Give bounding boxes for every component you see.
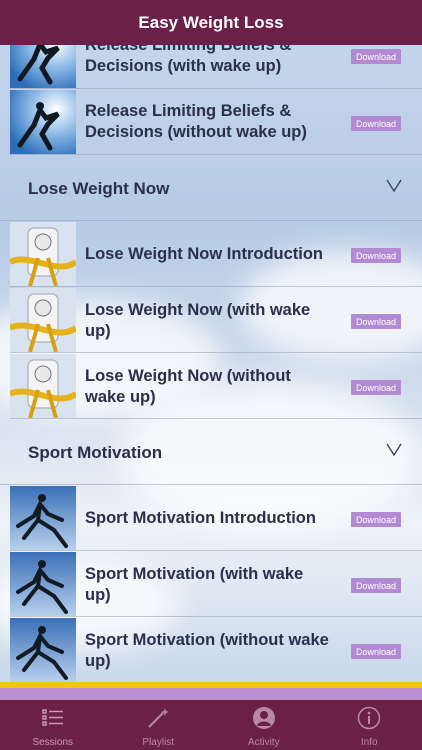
tab-sessions[interactable]: Sessions — [0, 700, 106, 750]
section-header-lose-weight-now[interactable]: Lose Weight Now — [0, 155, 422, 221]
list-item[interactable]: Lose Weight Now (with wake up) Download — [10, 287, 422, 353]
list-item[interactable]: Lose Weight Now Introduction Download — [10, 221, 422, 287]
runner-thumbnail — [10, 486, 76, 550]
item-title: Lose Weight Now Introduction — [85, 245, 324, 263]
download-button[interactable]: Download — [351, 512, 401, 527]
list-item[interactable]: Sport Motivation Introduction Download — [10, 485, 422, 551]
chevron-down-icon[interactable] — [384, 175, 404, 195]
jumping-person-thumbnail — [10, 45, 76, 88]
item-title: Sport Motivation (with wake up) — [85, 565, 304, 604]
download-button[interactable]: Download — [351, 380, 401, 395]
item-title: Lose Weight Now (without wake up) — [85, 367, 291, 406]
scale-thumbnail — [10, 222, 76, 286]
download-button[interactable]: Download — [351, 248, 401, 263]
download-button[interactable]: Download — [351, 116, 401, 131]
tab-info[interactable]: Info — [317, 700, 422, 750]
user-icon — [252, 707, 275, 729]
list-item[interactable]: Lose Weight Now (without wake up) Downlo… — [10, 353, 422, 419]
magic-wand-icon — [148, 708, 170, 728]
page-title: Easy Weight Loss — [138, 12, 284, 32]
tab-activity[interactable]: Activity — [211, 700, 317, 750]
section-title: Lose Weight Now — [28, 179, 170, 198]
chevron-down-icon[interactable] — [384, 439, 404, 459]
download-button[interactable]: Download — [351, 578, 401, 593]
tab-label: Sessions — [32, 737, 74, 748]
list-item[interactable]: Sport Motivation (without wake up) Downl… — [10, 617, 422, 682]
jumping-person-thumbnail — [10, 90, 76, 154]
download-button[interactable]: Download — [351, 314, 401, 329]
session-list[interactable]: Release Limiting Beliefs & Decisions (wi… — [0, 45, 422, 682]
list-item[interactable]: Release Limiting Beliefs & Decisions (wi… — [10, 89, 422, 155]
tab-label: Playlist — [142, 737, 175, 748]
scale-thumbnail — [10, 288, 76, 352]
download-button[interactable]: Download — [351, 49, 401, 64]
item-title: Lose Weight Now (with wake up) — [85, 301, 311, 340]
section-header-sport-motivation[interactable]: Sport Motivation — [0, 419, 422, 485]
runner-thumbnail — [10, 618, 76, 682]
item-title: Release Limiting Beliefs & Decisions (wi… — [85, 45, 292, 75]
item-title: Release Limiting Beliefs & Decisions (wi… — [85, 102, 307, 141]
runner-thumbnail — [10, 552, 76, 616]
info-icon — [358, 706, 381, 730]
section-title: Sport Motivation — [28, 443, 163, 462]
app-header: Easy Weight Loss — [0, 0, 422, 45]
tab-bar: Sessions Playlist Activity Info — [0, 700, 422, 750]
list-item[interactable]: Sport Motivation (with wake up) Download — [10, 551, 422, 617]
list-icon — [42, 709, 63, 726]
tab-playlist[interactable]: Playlist — [106, 700, 212, 750]
item-title: Sport Motivation Introduction — [85, 509, 316, 527]
download-button[interactable]: Download — [351, 644, 401, 659]
tab-label: Activity — [247, 737, 280, 748]
scale-thumbnail — [10, 354, 76, 418]
item-title: Sport Motivation (without wake up) — [85, 631, 329, 670]
tab-label: Info — [360, 737, 378, 748]
mini-player-bar[interactable] — [0, 688, 422, 700]
list-item[interactable]: Release Limiting Beliefs & Decisions (wi… — [10, 45, 422, 89]
